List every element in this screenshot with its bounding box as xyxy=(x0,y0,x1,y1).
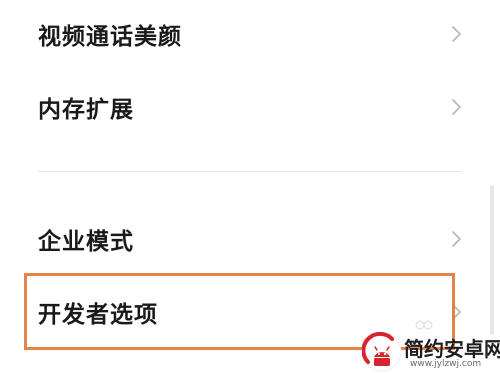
android-logo-icon xyxy=(362,332,402,372)
chevron-right-icon xyxy=(452,99,461,115)
watermark-url: www.jylzwj.com xyxy=(410,359,482,369)
chevron-right-icon xyxy=(452,231,461,247)
settings-item-label: 内存扩展 xyxy=(38,97,134,123)
scrollbar[interactable] xyxy=(490,185,494,335)
section-divider xyxy=(38,171,462,172)
settings-item-label: 企业模式 xyxy=(38,229,134,255)
site-watermark: 简约安卓网 www.jylzwj.com xyxy=(360,330,500,375)
settings-item-label: 视频通话美颜 xyxy=(38,24,182,50)
settings-item-video-call-beauty[interactable]: 视频通话美颜 xyxy=(0,1,500,67)
chevron-right-icon xyxy=(452,26,461,42)
watermark-title: 简约安卓网 xyxy=(404,337,500,361)
settings-item-memory-extension[interactable]: 内存扩展 xyxy=(0,74,500,140)
settings-item-enterprise-mode[interactable]: 企业模式 xyxy=(0,206,500,272)
